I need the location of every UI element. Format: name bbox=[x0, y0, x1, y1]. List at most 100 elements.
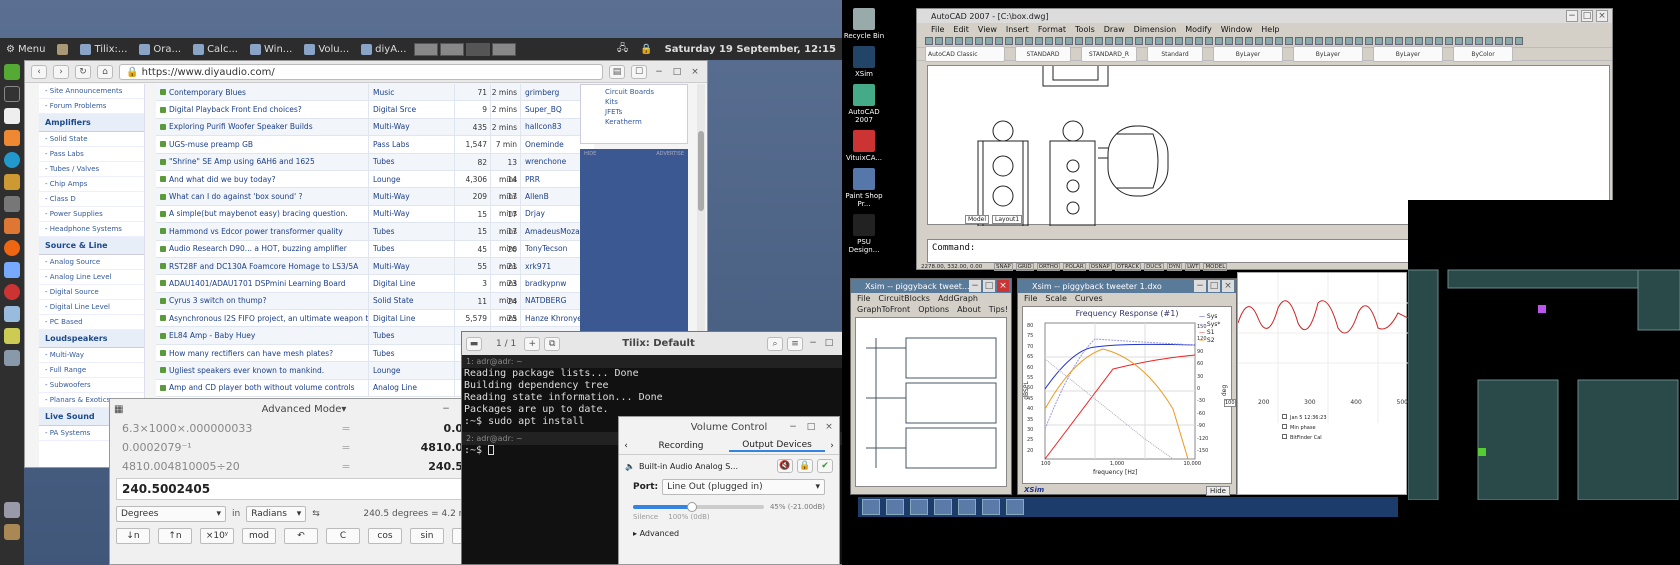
thread-title[interactable]: A simple(but maybenot easy) bracing ques… bbox=[156, 209, 368, 218]
toolbar-tool-icon[interactable] bbox=[1175, 37, 1183, 45]
desktop-icon[interactable]: Recycle Bin bbox=[842, 8, 886, 40]
toolbar-tool-icon[interactable] bbox=[975, 37, 983, 45]
category-link[interactable]: JFETs bbox=[605, 107, 663, 117]
minimize-button[interactable]: − bbox=[969, 280, 981, 292]
close-button[interactable]: × bbox=[1222, 280, 1234, 292]
desktop-icon[interactable]: PSU Design... bbox=[842, 214, 886, 254]
toolbar-tool-icon[interactable] bbox=[995, 37, 1003, 45]
thread-forum[interactable]: Lounge bbox=[368, 362, 454, 379]
menu-item[interactable]: File bbox=[1024, 294, 1037, 303]
sidebar-link[interactable]: - Full Range bbox=[39, 363, 144, 378]
menu-item[interactable]: Help bbox=[1261, 25, 1279, 34]
thread-forum[interactable]: Analog Line bbox=[368, 379, 454, 397]
browser-scroll-thumb[interactable] bbox=[698, 131, 704, 211]
toolbar-tool-icon[interactable] bbox=[1385, 37, 1393, 45]
taskbar-item[interactable]: Calc... bbox=[187, 38, 244, 60]
toolbar-tool-icon[interactable] bbox=[1485, 37, 1493, 45]
category-link[interactable]: Kits bbox=[605, 97, 663, 107]
taskbar-item[interactable]: Volu... bbox=[298, 38, 355, 60]
menu-item[interactable]: About bbox=[957, 305, 981, 314]
status-toggle[interactable]: MODEL bbox=[1203, 263, 1228, 271]
toolbar-tool-icon[interactable] bbox=[1135, 37, 1143, 45]
thread-title[interactable]: What can I do against 'box sound' ? bbox=[156, 192, 368, 201]
reload-button[interactable]: ↻ bbox=[75, 64, 91, 79]
category-link[interactable]: Keratherm bbox=[605, 117, 663, 127]
toolbar-tool-icon[interactable] bbox=[1505, 37, 1513, 45]
close-button[interactable]: × bbox=[823, 421, 835, 433]
maximize-button[interactable]: □ bbox=[1581, 10, 1593, 22]
toolbar-tool-icon[interactable] bbox=[1055, 37, 1063, 45]
desktop-icon[interactable]: Paint Shop Pr... bbox=[842, 168, 886, 208]
status-toggle[interactable]: DYN bbox=[1166, 263, 1183, 271]
clock[interactable]: Saturday 19 September, 12:15 bbox=[659, 38, 842, 60]
chevron-left-icon[interactable]: ‹ bbox=[619, 441, 633, 451]
toolbar-tool-icon[interactable] bbox=[1495, 37, 1503, 45]
close-button[interactable]: × bbox=[1596, 10, 1608, 22]
sidebar-toggle-button[interactable]: ▤ bbox=[609, 64, 625, 79]
measurement-row[interactable]: Jan 5 12:36:23 bbox=[1282, 413, 1392, 423]
sidebar-link[interactable]: - Digital Line Level bbox=[39, 300, 144, 315]
taskbar-app-icon[interactable] bbox=[982, 499, 1000, 515]
thread-row[interactable]: And what did we buy today? Lounge 4,306 14 … bbox=[156, 170, 594, 201]
writer-icon[interactable] bbox=[4, 108, 20, 124]
volume-slider-handle[interactable] bbox=[686, 502, 697, 512]
sidebar-link[interactable]: - Analog Line Level bbox=[39, 270, 144, 285]
maximize-button[interactable]: □ bbox=[983, 280, 995, 292]
sidebar-link[interactable]: - PC Based bbox=[39, 315, 144, 330]
record-icon[interactable] bbox=[4, 284, 20, 300]
minimize-button[interactable]: − bbox=[807, 337, 819, 349]
thread-title[interactable]: UGS-muse preamp GB bbox=[156, 140, 368, 149]
sidebar-link[interactable]: - Analog Source bbox=[39, 255, 144, 270]
toolbar-tool-icon[interactable] bbox=[925, 37, 933, 45]
thread-forum[interactable]: Tubes bbox=[368, 240, 454, 257]
thread-title[interactable]: "Shrine" SE Amp using 6AH6 and 1625 bbox=[156, 157, 368, 166]
toolbar-tool-icon[interactable] bbox=[1095, 37, 1103, 45]
minimize-button[interactable]: − bbox=[1566, 10, 1578, 22]
thread-title[interactable]: Exploring Purifi Woofer Speaker Builds bbox=[156, 122, 368, 131]
thread-row[interactable]: Hammond vs Edcor power transformer quali… bbox=[156, 223, 594, 253]
toolbar-tool-icon[interactable] bbox=[1045, 37, 1053, 45]
thread-title[interactable]: ADAU1401/ADAU1701 DSPmini Learning Board bbox=[156, 279, 368, 288]
default-device-button[interactable]: ✔ bbox=[817, 459, 833, 473]
toolbar-tool-icon[interactable] bbox=[1005, 37, 1013, 45]
home-button[interactable]: ⌂ bbox=[97, 64, 113, 79]
lock-channels-button[interactable]: 🔒 bbox=[797, 459, 813, 473]
measurement-row[interactable]: BitFinder Cal bbox=[1282, 433, 1392, 443]
menu-item[interactable]: Insert bbox=[1006, 25, 1029, 34]
thread-forum[interactable]: Digital Srce bbox=[368, 101, 454, 118]
toolbar-tool-icon[interactable] bbox=[1185, 37, 1193, 45]
calc-key[interactable]: ↶ bbox=[284, 528, 318, 544]
toolbar-tool-icon[interactable] bbox=[1455, 37, 1463, 45]
settings-icon[interactable] bbox=[4, 262, 20, 278]
toolbar-tool-icon[interactable] bbox=[965, 37, 973, 45]
chevron-right-icon[interactable]: › bbox=[825, 441, 839, 451]
thread-forum[interactable]: Digital Line bbox=[368, 310, 454, 327]
thread-row[interactable]: A simple(but maybenot easy) bracing ques… bbox=[156, 205, 594, 236]
toolbar-tool-icon[interactable] bbox=[1125, 37, 1133, 45]
taskbar-item[interactable]: Win... bbox=[244, 38, 298, 60]
brush-icon[interactable] bbox=[4, 218, 20, 234]
maximize-button[interactable]: □ bbox=[671, 66, 683, 78]
taskbar-item[interactable]: Tilix:... bbox=[74, 38, 133, 60]
thread-title[interactable]: Ugliest speakers ever known to mankind. bbox=[156, 366, 368, 375]
swap-icon[interactable]: ⇆ bbox=[312, 509, 320, 519]
thread-forum[interactable]: Tubes bbox=[368, 153, 454, 170]
wrench-icon[interactable] bbox=[4, 350, 20, 366]
workspace-select[interactable]: AutoCAD Classic bbox=[925, 46, 1005, 62]
taskbar-app-icon[interactable] bbox=[910, 499, 928, 515]
measurement-row[interactable]: Min phase bbox=[1282, 423, 1392, 433]
menu-item[interactable]: Scale bbox=[1045, 294, 1067, 303]
calc-key[interactable]: mod bbox=[242, 528, 276, 544]
toolbar-tool-icon[interactable] bbox=[1305, 37, 1313, 45]
toolbar-tool-icon[interactable] bbox=[1325, 37, 1333, 45]
split-button[interactable]: ⧉ bbox=[544, 336, 561, 351]
calc-key[interactable]: ↑n bbox=[158, 528, 192, 544]
minimize-button[interactable]: − bbox=[440, 403, 452, 415]
toolbar-tool-icon[interactable] bbox=[1225, 37, 1233, 45]
thread-title[interactable]: RST28F and DC130A Foamcore Homage to LS3… bbox=[156, 262, 368, 271]
thread-forum[interactable]: Tubes bbox=[368, 344, 454, 362]
taskbar-item[interactable]: Ora... bbox=[133, 38, 187, 60]
maximize-button[interactable]: □ bbox=[1208, 280, 1220, 292]
thread-row[interactable]: Digital Playback Front End choices? Digit… bbox=[156, 101, 594, 119]
desktop-icon[interactable]: VituixCA... bbox=[842, 130, 886, 162]
